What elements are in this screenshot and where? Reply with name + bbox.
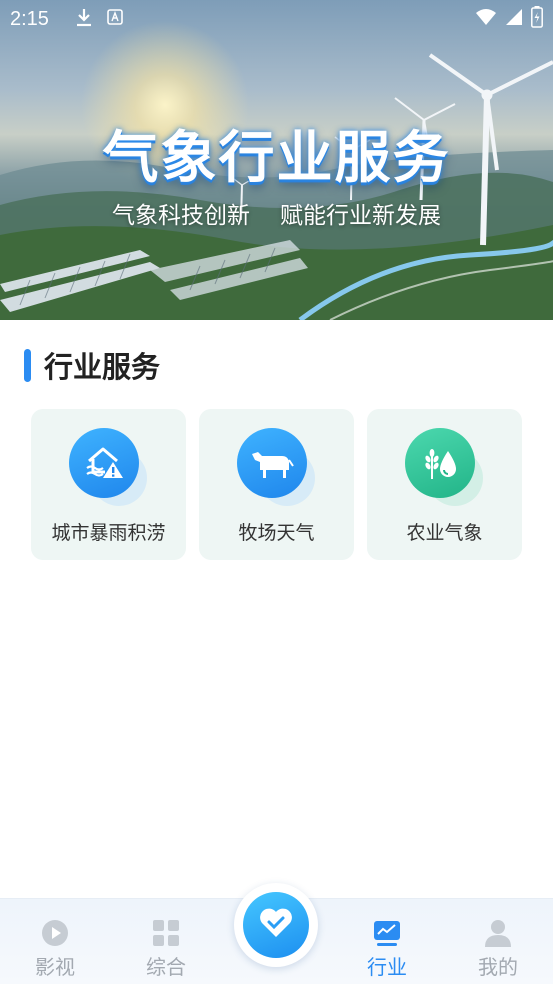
banner-subtitle-left: 气象科技创新 (112, 203, 250, 229)
banner-subtitle: 气象科技创新 赋能行业新发展 (0, 196, 553, 230)
status-bar: 2:15 (0, 0, 553, 38)
service-card-ranch-weather[interactable]: 牧场天气 (199, 409, 354, 560)
house-flood-warning-icon (69, 428, 149, 508)
section-title: 行业服务 (44, 350, 161, 384)
nav-item-industry[interactable]: 行业 (352, 917, 422, 980)
nav-label: 综合 (146, 955, 186, 979)
play-circle-icon (20, 917, 90, 949)
nav-label: 影视 (35, 955, 75, 979)
nav-item-profile[interactable]: 我的 (463, 917, 533, 980)
hero-banner: 2:15 气象行业服务 气象科技创新 赋能行业新发展 (0, 0, 553, 320)
section-header: 行业服务 (24, 344, 160, 386)
status-time: 2:15 (10, 7, 49, 30)
wifi-icon (475, 8, 497, 30)
grid-icon (131, 917, 201, 949)
center-heart-button[interactable] (234, 883, 318, 967)
section-accent-bar (24, 348, 31, 382)
keyboard-a-icon (107, 9, 123, 29)
signal-icon (505, 8, 523, 30)
nav-label: 行业 (367, 955, 407, 979)
service-card-label: 牧场天气 (238, 522, 315, 544)
service-card-agri-weather[interactable]: 农业气象 (367, 409, 522, 560)
service-card-list: 城市暴雨积涝 牧场天气 农业气象 (31, 409, 522, 560)
nav-item-general[interactable]: 综合 (131, 917, 201, 980)
person-icon (463, 917, 533, 949)
banner-title: 气象行业服务 (102, 126, 451, 191)
battery-icon (531, 6, 543, 32)
nav-label: 我的 (478, 955, 518, 979)
heart-icon (258, 907, 294, 943)
download-icon (75, 7, 93, 31)
service-card-label: 城市暴雨积涝 (51, 522, 166, 544)
cow-icon (237, 428, 317, 508)
service-card-urban-flood[interactable]: 城市暴雨积涝 (31, 409, 186, 560)
wheat-droplet-icon (405, 428, 485, 508)
banner-subtitle-right: 赋能行业新发展 (280, 203, 441, 229)
service-card-label: 农业气象 (406, 522, 483, 544)
chart-monitor-icon (352, 917, 422, 949)
nav-item-video[interactable]: 影视 (20, 917, 90, 980)
